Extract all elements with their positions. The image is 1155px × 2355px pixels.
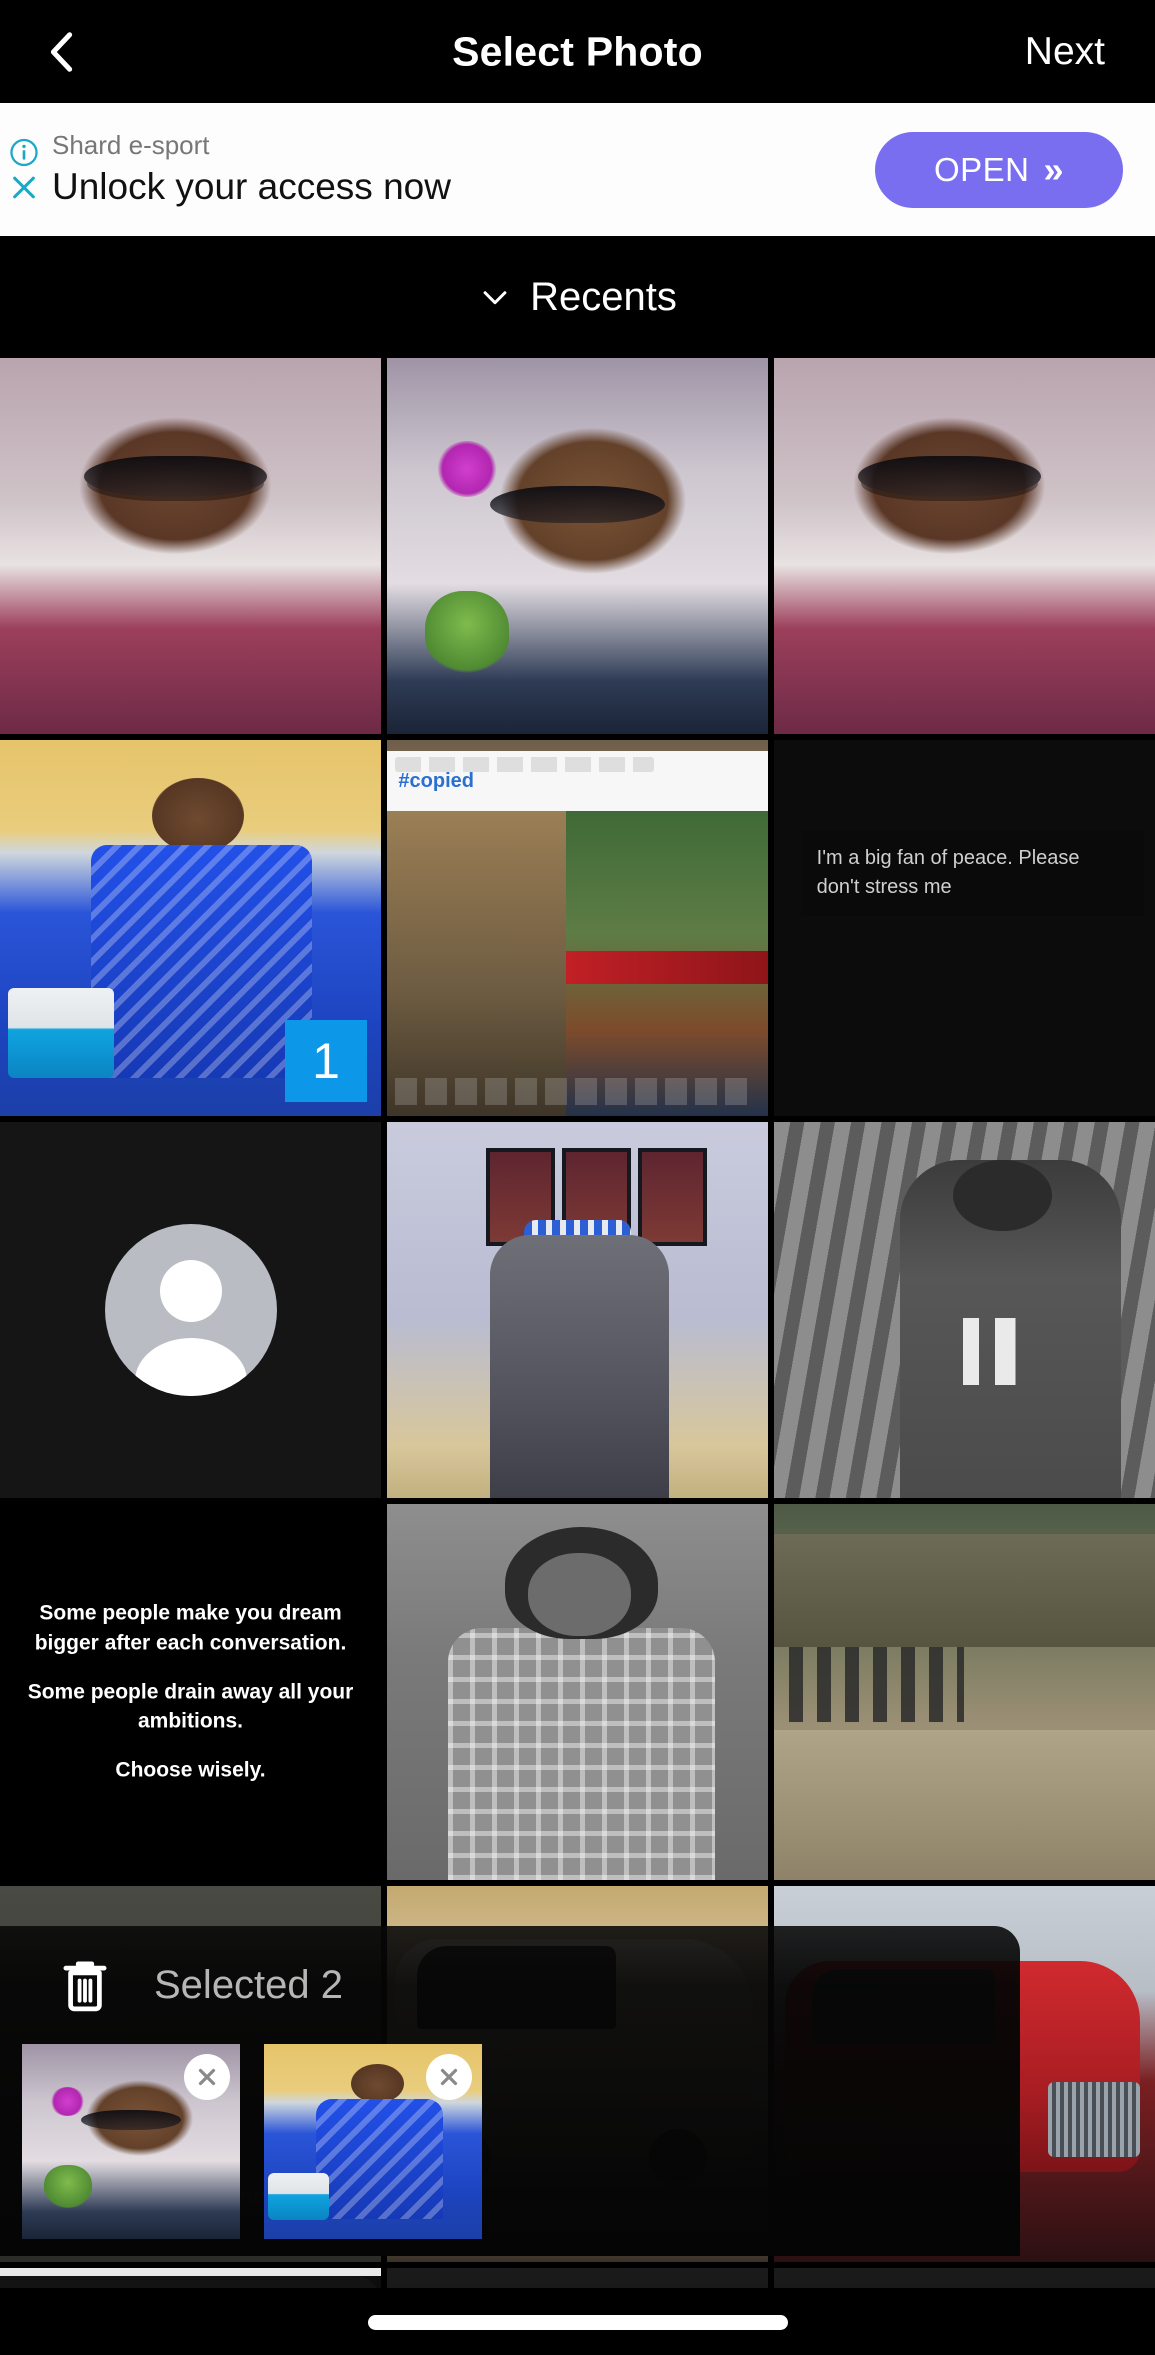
ad-text-block: Shard e-sport Unlock your access now xyxy=(52,129,451,210)
photo-thumbnail xyxy=(387,1504,768,1880)
photo-cell[interactable] xyxy=(387,358,768,734)
close-x-icon[interactable] xyxy=(8,171,40,203)
quote-line: Some people drain away all your ambition… xyxy=(27,1680,354,1733)
photo-thumbnail xyxy=(774,1504,1155,1880)
ad-banner[interactable]: Shard e-sport Unlock your access now OPE… xyxy=(0,103,1155,236)
decor-torso xyxy=(91,845,313,1079)
collage-caption: #copied xyxy=(398,770,474,793)
photo-cell[interactable]: I'm a big fan of peace. Please don't str… xyxy=(774,740,1155,1116)
close-x-circle-icon xyxy=(198,2068,216,2086)
ad-icon-group xyxy=(2,136,46,203)
decor-flower xyxy=(50,2086,86,2117)
photo-cell[interactable] xyxy=(774,1504,1155,1880)
photo-cell[interactable] xyxy=(774,1122,1155,1498)
photo-cell[interactable] xyxy=(0,1122,381,1498)
decor-logo xyxy=(949,1317,1064,1386)
selected-tray: Selected 2 xyxy=(0,1926,1020,2256)
selected-thumbnail-strip xyxy=(22,2044,1020,2244)
decor-face xyxy=(527,1552,631,1636)
photo-cell[interactable] xyxy=(0,358,381,734)
remove-selected-button[interactable] xyxy=(426,2054,472,2100)
next-button[interactable]: Next xyxy=(1025,30,1105,74)
quote-text: Some people make you dream bigger after … xyxy=(23,1598,358,1785)
decor-torso xyxy=(316,2098,443,2220)
selected-thumbnail[interactable] xyxy=(22,2044,240,2239)
photo-cell[interactable]: #copied xyxy=(387,740,768,1116)
photo-picker-screen: Select Photo Next Shard e-sport Unlock y… xyxy=(0,0,1155,2355)
decor-ground xyxy=(774,1729,1155,1880)
collage-sub-caption xyxy=(394,1078,753,1105)
photo-cell[interactable] xyxy=(387,2268,768,2288)
decor-car-grill xyxy=(1048,2081,1140,2157)
decor-people xyxy=(789,1646,965,1723)
photo-thumbnail xyxy=(387,1122,768,1498)
person-avatar-icon xyxy=(104,1224,277,1396)
photo-thumbnail xyxy=(774,1122,1155,1498)
ad-open-button[interactable]: OPEN » xyxy=(875,131,1123,208)
photo-cell[interactable] xyxy=(387,1504,768,1880)
photo-thumbnail xyxy=(774,358,1155,734)
decor-head xyxy=(152,777,244,853)
photo-cell[interactable]: Some people make you dream bigger after … xyxy=(0,1504,381,1880)
screenshot-text-sheet: To some... I get prideTo some... I Dey f… xyxy=(0,2275,381,2288)
photo-cell[interactable]: 1 xyxy=(0,740,381,1116)
decor-plant xyxy=(425,591,509,674)
photo-thumbnail: I'm a big fan of peace. Please don't str… xyxy=(774,740,1155,1116)
chevron-down-icon xyxy=(483,291,507,305)
decor-body xyxy=(489,1234,669,1498)
decor-cooler xyxy=(268,2172,330,2220)
photo-thumbnail: Some people make you dream bigger after … xyxy=(0,1504,381,1880)
album-name: Recents xyxy=(530,274,677,319)
page-title: Select Photo xyxy=(452,28,703,74)
navigation-bar: Select Photo Next xyxy=(0,0,1155,103)
decor-plant xyxy=(43,2164,92,2208)
photo-cell[interactable] xyxy=(774,2268,1155,2288)
remove-selected-button[interactable] xyxy=(184,2054,230,2100)
photo-thumbnail xyxy=(387,358,768,734)
ad-open-label: OPEN xyxy=(933,150,1030,188)
selected-thumbnail[interactable] xyxy=(264,2044,482,2239)
decor-flower xyxy=(436,440,498,498)
ad-headline: Unlock your access now xyxy=(52,165,451,207)
decor-wall xyxy=(774,1534,1155,1647)
photo-cell[interactable] xyxy=(387,1122,768,1498)
selection-badge[interactable]: 1 xyxy=(285,1020,367,1102)
quote-line: Some people make you dream bigger after … xyxy=(34,1601,347,1655)
photo-thumbnail xyxy=(387,2268,768,2288)
double-chevron-right-icon: » xyxy=(1043,148,1065,190)
overlay-text: I'm a big fan of peace. Please don't str… xyxy=(800,830,1144,917)
screenshot-topbar xyxy=(0,2268,381,2276)
photo-thumbnail: #copied xyxy=(387,740,768,1116)
home-indicator xyxy=(367,2315,788,2330)
ad-advertiser-name: Shard e-sport xyxy=(52,130,210,161)
collage-panel-left xyxy=(387,811,567,1116)
decor-head xyxy=(351,2063,404,2103)
quote-line: Choose wisely. xyxy=(115,1758,266,1782)
album-selector[interactable]: Recents xyxy=(0,236,1155,358)
selected-count-label: Selected 2 xyxy=(154,1962,344,2007)
photo-thumbnail: To some... I get prideTo some... I Dey f… xyxy=(0,2268,381,2288)
info-circle-icon[interactable] xyxy=(8,136,40,168)
photo-cell[interactable] xyxy=(774,358,1155,734)
photo-thumbnail xyxy=(0,358,381,734)
photo-thumbnail xyxy=(0,1122,381,1498)
photo-cell[interactable]: To some... I get prideTo some... I Dey f… xyxy=(0,2268,381,2288)
close-x-circle-icon xyxy=(440,2068,458,2086)
photo-thumbnail xyxy=(774,2268,1155,2288)
trash-icon[interactable] xyxy=(58,1955,112,2015)
decor-shirt xyxy=(447,1628,715,1880)
collage-red-strip xyxy=(566,950,768,985)
tray-header: Selected 2 xyxy=(0,1926,1020,2044)
decor-head xyxy=(953,1159,1053,1232)
decor-cooler xyxy=(7,988,115,1079)
